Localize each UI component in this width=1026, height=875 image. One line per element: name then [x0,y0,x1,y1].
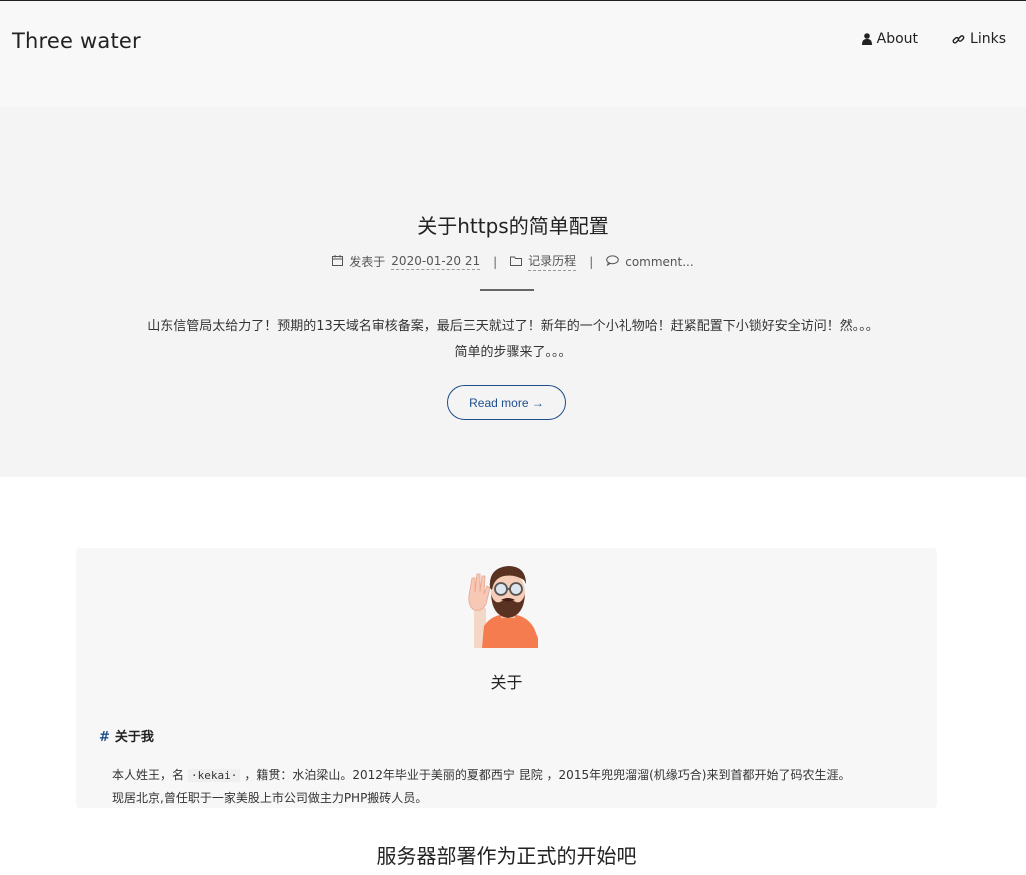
about-card: 关于 # 关于我 本人姓王，名 ·kekai· ，籍贯：水泊梁山。2012年毕业于美丽… [76,548,937,808]
nav-about[interactable]: About [861,31,919,47]
about-card-title: 关于 [490,673,523,692]
post-excerpt: 山东信管局太给力了！预期的13天域名审核备案，最后三天就过了！新年的一个小礼物哈… [80,314,946,366]
post-comments[interactable]: comment... [625,255,693,269]
bio-line-2: 现居北京,曾任职于一家美股上市公司做主力PHP搬砖人员。 [112,791,428,805]
post-preview: 关于https的简单配置 发表于 2020-01-20 21 | 记录历程 | … [0,107,1026,477]
site-title[interactable]: Three water [12,29,141,53]
link-icon [952,33,965,46]
user-icon [861,33,872,45]
post-divider [480,289,534,291]
excerpt-line-1: 山东信管局太给力了！预期的13天域名审核备案，最后三天就过了！新年的一个小礼物哈… [147,319,879,334]
read-more-button[interactable]: Read more → [447,385,566,420]
nav-links[interactable]: Links [952,31,1006,47]
about-me-heading-text: 关于我 [114,730,154,745]
nav-links-label: Links [970,31,1006,47]
calendar-icon [332,254,344,269]
post-category[interactable]: 记录历程 [528,252,577,271]
published-prefix: 发表于 [349,255,386,269]
post-date: 2020-01-20 21 [391,253,481,270]
about-me-heading: # 关于我 [99,726,154,745]
bio-code: ·kekai· [188,769,241,782]
excerpt-line-2: 简单的步骤来了。。。 [454,345,572,360]
bio-text-2: ，籍贯：水泊梁山。2012年毕业于美丽的夏都西宁 昆院 ，2015年兜兜溜溜(机… [244,768,851,782]
meta-separator: | [589,254,594,269]
meta-separator: | [493,254,498,269]
about-bio: 本人姓王，名 ·kekai· ，籍贯：水泊梁山。2012年毕业于美丽的夏都西宁 昆院… [112,764,912,809]
next-post-title[interactable]: 服务器部署作为正式的开始吧 [0,840,1013,869]
heading-anchor[interactable]: # [99,730,110,745]
post-meta: 发表于 2020-01-20 21 | 记录历程 | comment... [0,252,1026,271]
post-title[interactable]: 关于https的简单配置 [0,210,1026,239]
bio-text-1: 本人姓王，名 [112,768,185,782]
main-nav: About Links [861,31,1006,47]
site-header: Three water About Links [0,1,1026,107]
folder-icon [510,255,523,269]
waving-man-avatar [464,556,544,648]
bio-line-1: 本人姓王，名 ·kekai· ，籍贯：水泊梁山。2012年毕业于美丽的夏都西宁 昆院… [112,764,912,787]
nav-about-label: About [876,31,919,47]
comment-icon [606,254,620,269]
